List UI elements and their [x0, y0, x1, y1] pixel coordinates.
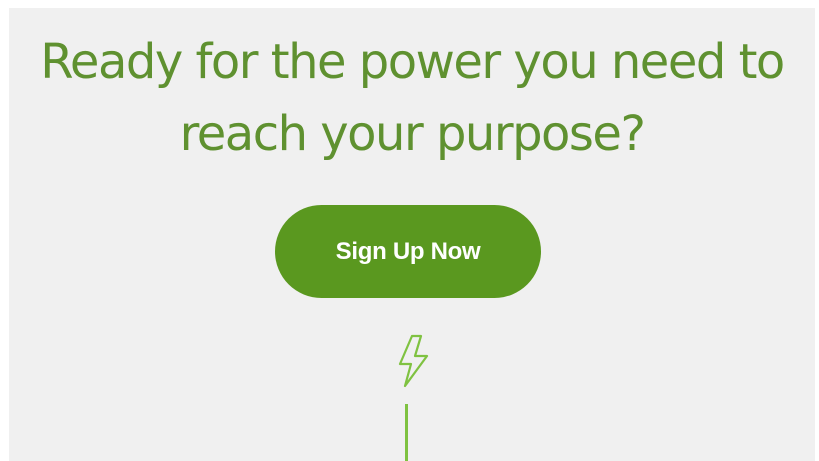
headline-line-1: Ready for the power you need to — [40, 34, 785, 90]
decorative-vertical-line — [405, 404, 408, 461]
lightning-bolt-icon — [398, 334, 429, 388]
headline: Ready for the power you need to reach yo… — [9, 26, 815, 170]
signup-banner: Ready for the power you need to reach yo… — [9, 8, 815, 461]
sign-up-now-button[interactable]: Sign Up Now — [275, 205, 541, 298]
headline-line-2: reach your purpose? — [179, 106, 646, 162]
